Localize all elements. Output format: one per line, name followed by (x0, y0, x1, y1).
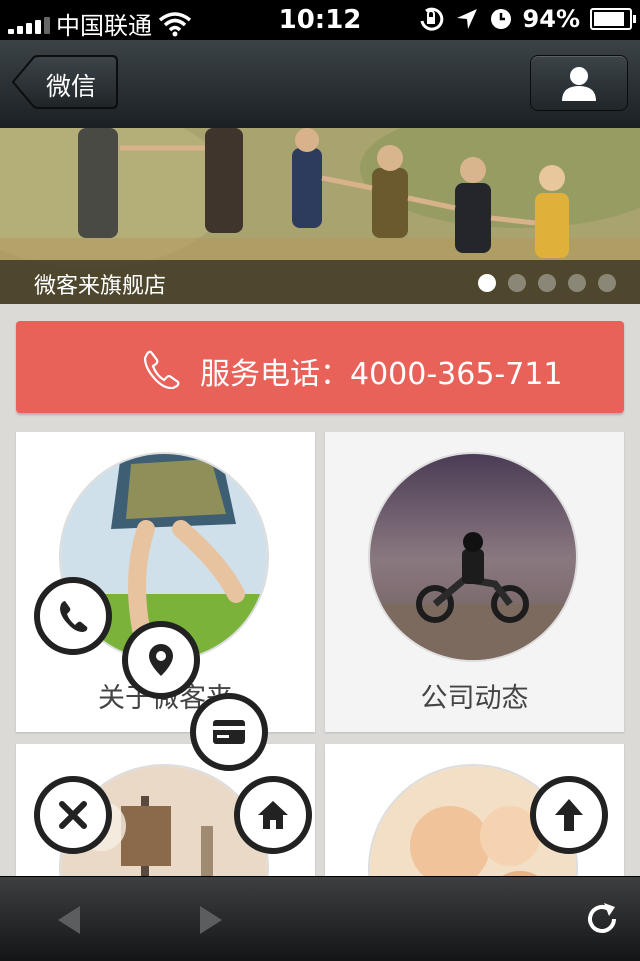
carousel-indicators (478, 274, 616, 292)
battery-icon (590, 8, 636, 30)
alarm-icon (490, 9, 511, 29)
profile-button[interactable] (530, 55, 628, 111)
carousel-dot[interactable] (568, 274, 586, 292)
banner-caption: 微客来旗舰店 (34, 274, 167, 299)
tile-news-title: 公司动态 (420, 683, 529, 714)
back-arrow-icon[interactable] (56, 905, 82, 935)
carousel-dot[interactable] (538, 274, 556, 292)
location-icon (149, 644, 173, 676)
forward-arrow-icon[interactable] (198, 905, 224, 935)
back-button[interactable]: 微信 (12, 55, 118, 109)
nav-bar: 微信 (0, 40, 640, 129)
banner-caption-bar: 微客来旗舰店 (0, 260, 640, 304)
float-top-button[interactable] (530, 776, 608, 854)
float-location-button[interactable] (122, 621, 200, 699)
refresh-icon[interactable] (584, 901, 620, 937)
phone-icon (143, 350, 180, 389)
service-phone-label: 服务电话：4000-365-711 (200, 357, 563, 392)
battery-percent: 94% (522, 5, 580, 33)
browser-toolbar (0, 876, 640, 961)
float-close-button[interactable] (34, 776, 112, 854)
service-phone-button[interactable]: 服务电话：4000-365-711 (16, 321, 624, 413)
carousel-dot[interactable] (508, 274, 526, 292)
arrow-up-icon (555, 799, 583, 831)
phone-icon (60, 601, 88, 632)
status-bar: 中国联通 10:12 94% (0, 0, 640, 40)
tile-news-photo (368, 452, 578, 662)
user-icon (562, 67, 596, 101)
card-icon (213, 720, 245, 744)
float-home-button[interactable] (234, 776, 312, 854)
carousel-dot[interactable] (478, 274, 496, 292)
location-arrow-icon (456, 9, 477, 29)
back-button-label: 微信 (46, 72, 97, 101)
float-phone-button[interactable] (34, 577, 112, 655)
battery-fill (594, 12, 624, 26)
float-card-button[interactable] (190, 693, 268, 771)
home-icon (258, 801, 288, 829)
banner-carousel[interactable]: 微客来旗舰店 (0, 128, 640, 304)
close-icon (59, 801, 87, 829)
carousel-dot[interactable] (598, 274, 616, 292)
tile-news[interactable]: 公司动态 (325, 432, 624, 732)
rotation-lock-icon (420, 7, 443, 31)
